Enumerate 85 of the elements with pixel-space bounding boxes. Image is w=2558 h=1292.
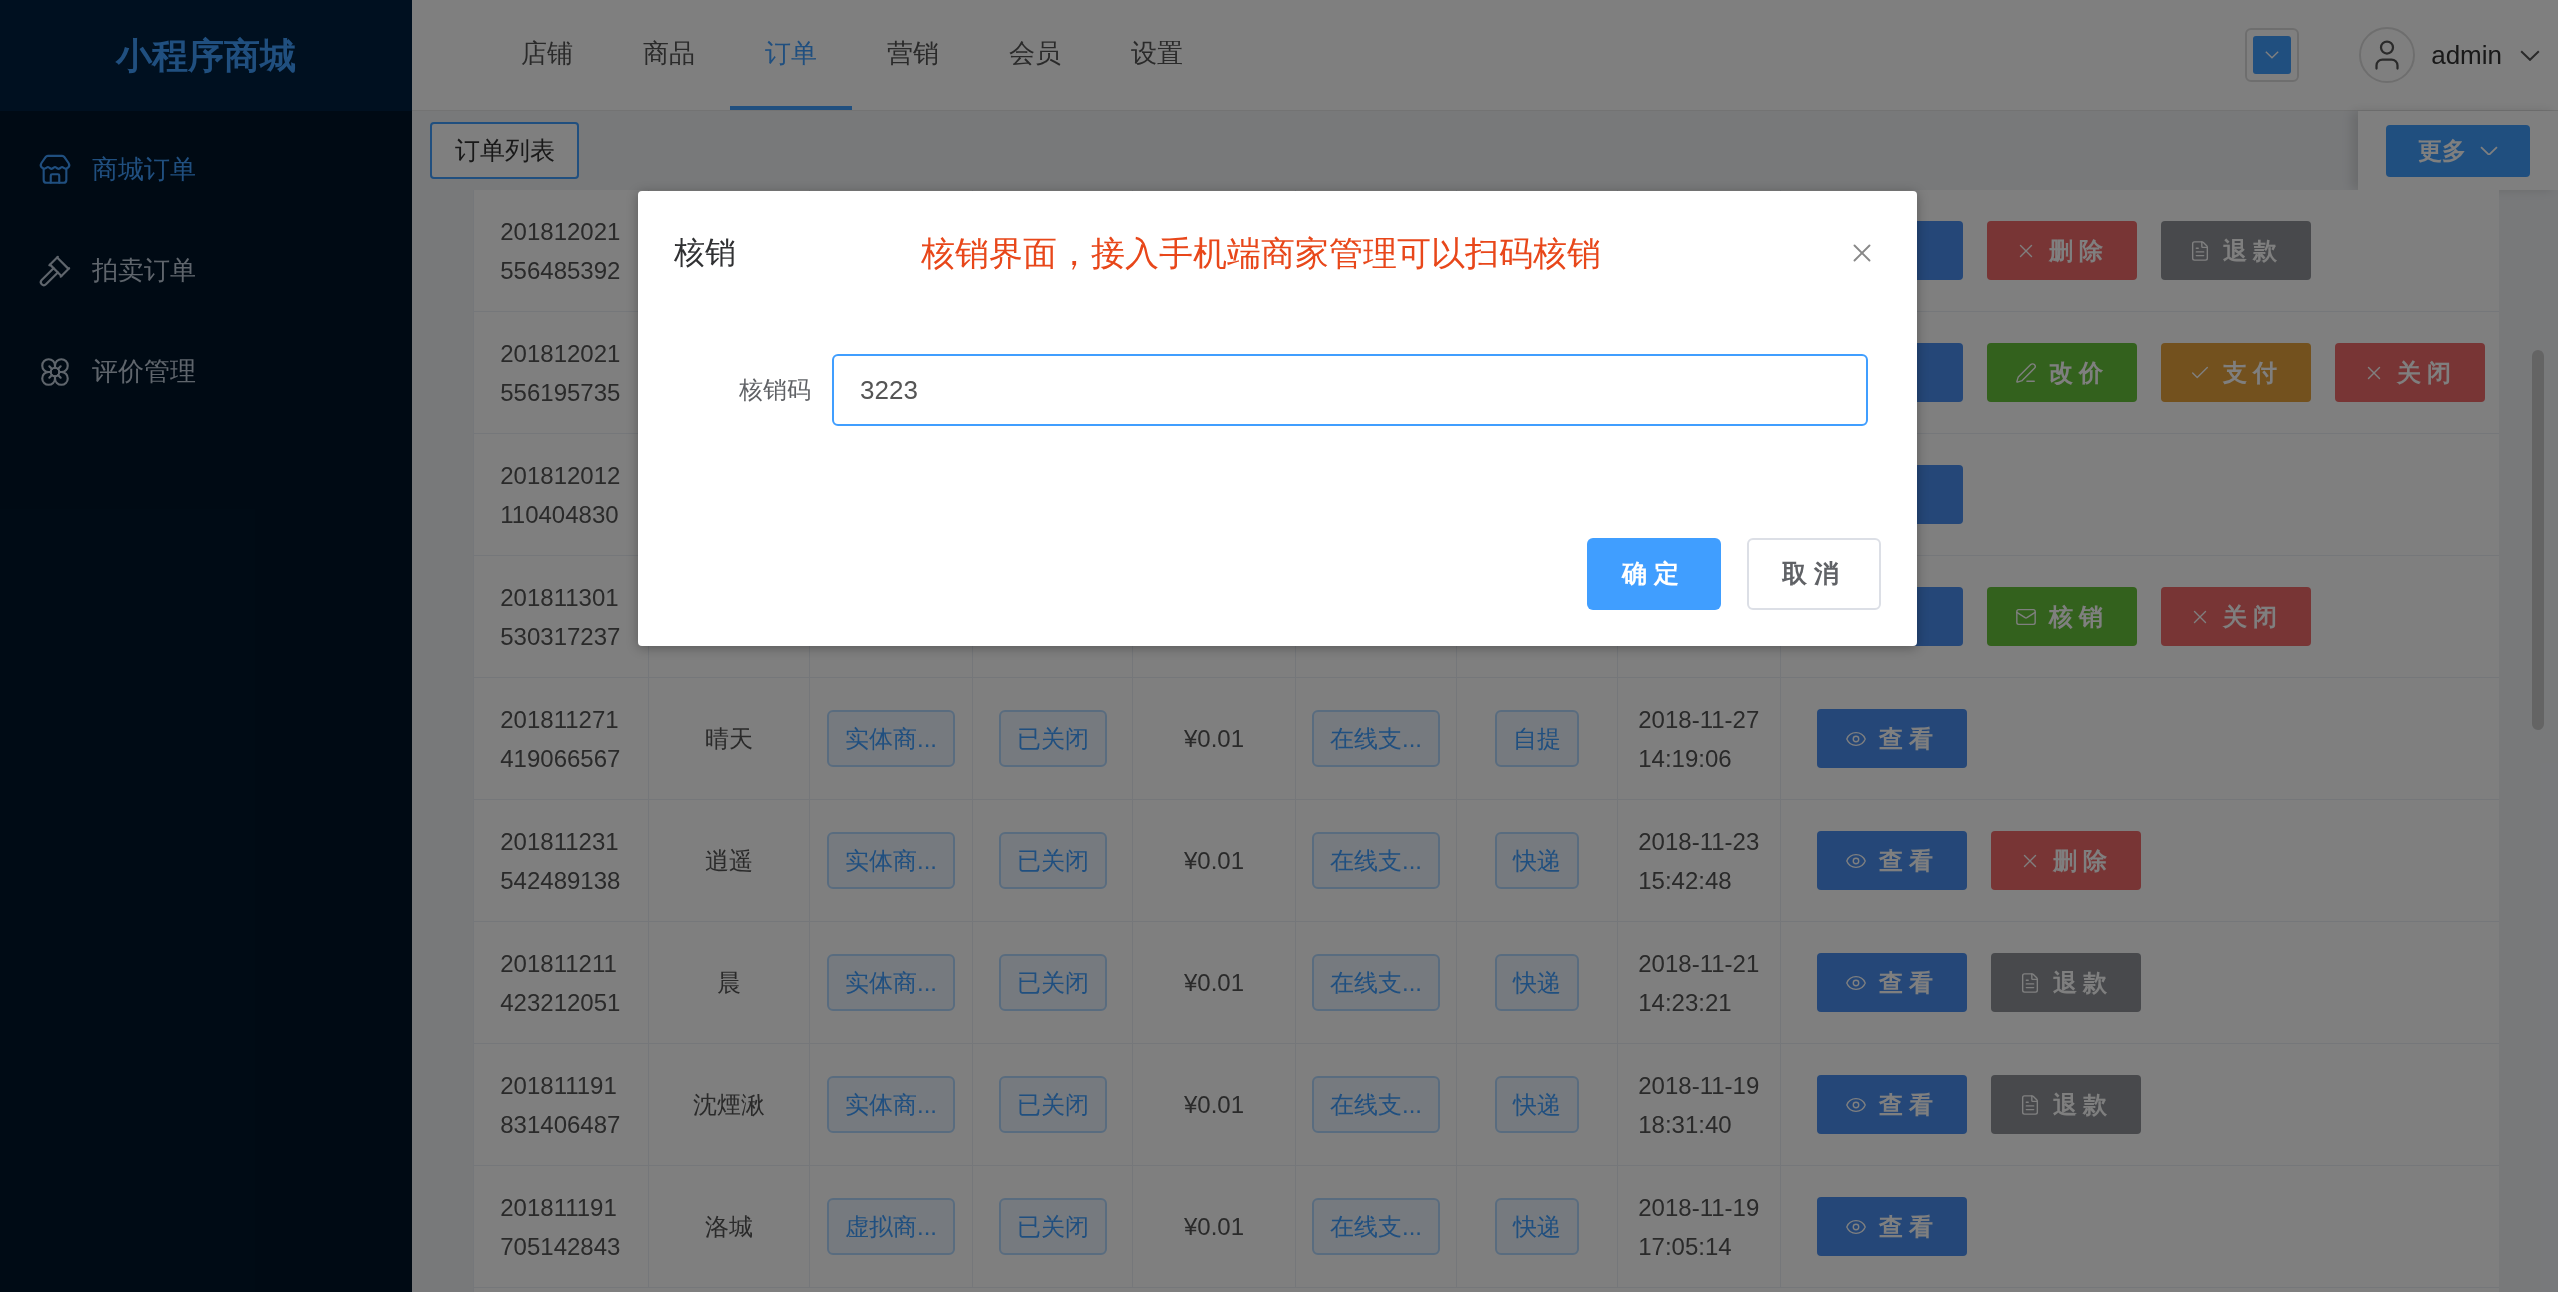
delete-button[interactable]: 删除 <box>1987 221 2137 280</box>
order-time: 2018-11-19 17:05:14 <box>1638 1192 1760 1262</box>
order-amount: ¥0.01 <box>1183 1211 1245 1242</box>
page-tab[interactable]: 订单列表 <box>430 122 579 179</box>
store-icon <box>38 152 72 187</box>
view-button[interactable]: 查看 <box>1817 709 1967 768</box>
confirm-button[interactable]: 确定 <box>1587 538 1721 610</box>
customer-name: 沈煙湫 <box>693 1089 765 1120</box>
payment-tag: 在线支... <box>1312 1076 1440 1133</box>
delivery-tag: 快递 <box>1495 954 1579 1011</box>
nav-tab[interactable]: 会员 <box>974 0 1096 110</box>
order-number: 201811191705142843 <box>500 1192 622 1262</box>
nav-tab[interactable]: 订单 <box>730 0 852 110</box>
goods-type-tag: 实体商... <box>827 954 955 1011</box>
order-time: 2018-11-19 18:31:40 <box>1638 1070 1760 1140</box>
sidebar-item[interactable]: 商城订单 <box>0 119 412 220</box>
verify-button[interactable]: 核销 <box>1987 587 2137 646</box>
order-time: 2018-11-21 14:23:21 <box>1638 948 1760 1018</box>
goods-type-tag: 实体商... <box>827 710 955 767</box>
order-time: 2018-11-23 15:42:48 <box>1638 826 1760 896</box>
status-tag: 已关闭 <box>998 1076 1107 1133</box>
app-logo: 小程序商城 <box>116 33 296 78</box>
cancel-button[interactable]: 取消 <box>1747 538 1881 610</box>
dialog-note: 核销界面，接入手机端商家管理可以扫码核销 <box>921 232 1601 274</box>
order-amount: ¥0.01 <box>1183 967 1245 998</box>
order-number: 201811231542489138 <box>500 826 622 896</box>
payment-tag: 在线支... <box>1312 1198 1440 1255</box>
view-button[interactable]: 查看 <box>1817 953 1967 1012</box>
status-tag: 已关闭 <box>998 710 1107 767</box>
order-time: 2018-11-27 14:19:06 <box>1638 704 1760 774</box>
goods-type-tag: 实体商... <box>827 832 955 889</box>
field-label: 核销码 <box>738 375 811 405</box>
payment-tag: 在线支... <box>1312 832 1440 889</box>
nav-tab[interactable]: 营销 <box>852 0 974 110</box>
delivery-tag: 快递 <box>1495 1076 1579 1133</box>
order-number: 201811211423212051 <box>500 948 622 1018</box>
close-order-button[interactable]: 关闭 <box>2161 587 2311 646</box>
view-button[interactable]: 查看 <box>1817 831 1967 890</box>
more-button[interactable]: 更多 <box>2386 124 2530 177</box>
customer-name: 晨 <box>717 967 741 998</box>
delivery-tag: 快递 <box>1495 832 1579 889</box>
verify-code-field[interactable]: 3223 <box>832 354 1868 426</box>
goods-type-tag: 虚拟商... <box>827 1198 955 1255</box>
document-icon <box>2189 239 2211 262</box>
order-number: 201812021556485392 <box>500 216 622 286</box>
customer-name: 洛城 <box>705 1211 753 1242</box>
goods-type-tag: 实体商... <box>827 1076 955 1133</box>
nav-tab[interactable]: 店铺 <box>486 0 608 110</box>
close-order-button[interactable]: 关闭 <box>2335 343 2485 402</box>
customer-name: 晴天 <box>705 723 753 754</box>
view-button[interactable]: 查看 <box>1817 1075 1967 1134</box>
payment-tag: 在线支... <box>1312 954 1440 1011</box>
pen-icon <box>2015 361 2037 384</box>
document-icon <box>2019 971 2041 994</box>
delivery-tag: 自提 <box>1495 710 1579 767</box>
order-number: 201812012110404830 <box>500 460 622 530</box>
status-tag: 已关闭 <box>998 954 1107 1011</box>
edit-price-button[interactable]: 改价 <box>1987 343 2137 402</box>
order-amount: ¥0.01 <box>1183 845 1245 876</box>
delivery-tag: 快递 <box>1495 1198 1579 1255</box>
document-icon <box>2019 1093 2041 1116</box>
order-number: 201811301530317237 <box>500 582 622 652</box>
order-number: 201812021556195735 <box>500 338 622 408</box>
nav-tab[interactable]: 设置 <box>1096 0 1218 110</box>
status-tag: 已关闭 <box>998 832 1107 889</box>
chevron-down-icon <box>2520 49 2540 61</box>
color-picker[interactable] <box>2245 28 2300 82</box>
chevron-down-icon <box>2265 51 2280 59</box>
sidebar-item[interactable]: 拍卖订单 <box>0 220 412 321</box>
dialog-title: 核销 <box>674 233 736 272</box>
payment-tag: 在线支... <box>1312 710 1440 767</box>
customer-name: 逍遥 <box>705 845 753 876</box>
view-button[interactable]: 查看 <box>1817 1197 1967 1256</box>
order-amount: ¥0.01 <box>1183 723 1245 754</box>
order-amount: ¥0.01 <box>1183 1089 1245 1120</box>
order-number: 201811271419066567 <box>500 704 622 774</box>
pay-button[interactable]: 支付 <box>2161 343 2311 402</box>
gavel-icon <box>38 253 72 288</box>
chevron-down-icon <box>2480 145 2498 156</box>
sidebar-item[interactable]: 评价管理 <box>0 321 412 422</box>
nav-tab[interactable]: 商品 <box>608 0 730 110</box>
user-name[interactable]: admin <box>2431 35 2502 75</box>
delete-button[interactable]: 删除 <box>1991 831 2141 890</box>
status-tag: 已关闭 <box>998 1198 1107 1255</box>
order-number: 201811191831406487 <box>500 1070 622 1140</box>
